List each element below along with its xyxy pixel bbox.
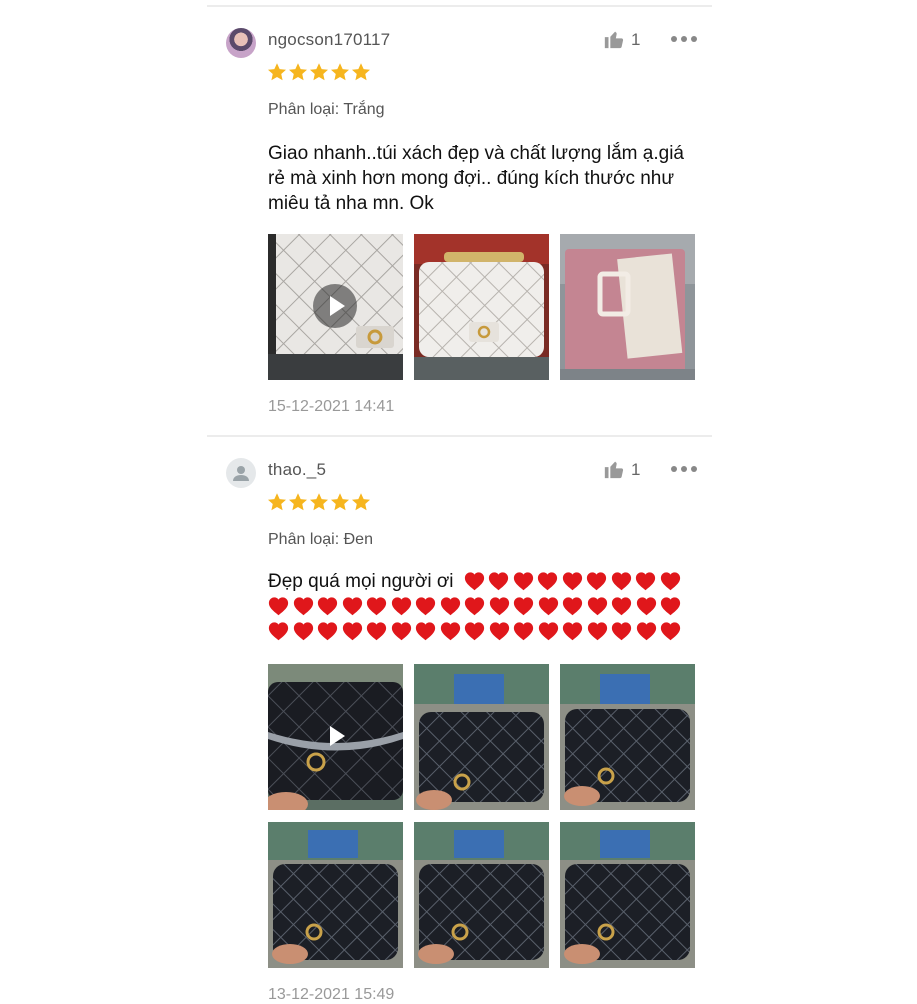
user-icon (233, 466, 249, 481)
comment-line (268, 621, 688, 646)
heart-emoji-icon (342, 596, 363, 616)
play-icon (313, 284, 357, 328)
heart-emoji-icon (440, 621, 461, 641)
heart-emoji-icon (562, 621, 583, 641)
comment-line: Đẹp quá mọi người ơi (268, 571, 688, 596)
heart-emoji-icon (611, 571, 632, 591)
heart-emoji-icon (587, 621, 608, 641)
heart-emoji-icon (586, 571, 607, 591)
star-icon (351, 62, 371, 82)
heart-emoji-icon (268, 621, 289, 641)
star-icon (309, 492, 329, 512)
review-divider (207, 435, 712, 437)
comment-line (268, 596, 688, 621)
heart-emoji-icon (464, 621, 485, 641)
heart-emoji-icon (489, 621, 510, 641)
like-count: 1 (631, 460, 641, 479)
heart-emoji-icon (513, 621, 534, 641)
thumbs-up-icon (604, 461, 624, 479)
review-photo[interactable] (414, 822, 549, 968)
review-date: 13-12-2021 15:49 (268, 986, 395, 1003)
review-photo[interactable] (414, 664, 549, 810)
heart-emoji-icon (391, 596, 412, 616)
comment-text: Đẹp quá mọi người ơi (268, 571, 454, 592)
star-icon (309, 62, 329, 82)
heart-emoji-icon (636, 596, 657, 616)
star-icon (288, 62, 308, 82)
product-variant: Phân loại: Đen (268, 531, 373, 548)
review-photo[interactable] (268, 822, 403, 968)
heart-emoji-icon (513, 596, 534, 616)
heart-emoji-icon (488, 571, 509, 591)
star-icon (330, 62, 350, 82)
heart-emoji-icon (635, 571, 656, 591)
heart-emoji-icon (366, 596, 387, 616)
review-photo[interactable] (560, 234, 695, 380)
review-photo[interactable] (560, 664, 695, 810)
heart-emoji-icon (489, 596, 510, 616)
heart-emoji-icon (464, 571, 485, 591)
more-options-icon[interactable] (671, 461, 697, 477)
reviewer-username[interactable]: ngocson170117 (268, 30, 390, 50)
heart-emoji-icon (660, 571, 681, 591)
more-options-icon[interactable] (671, 31, 697, 47)
heart-emoji-icon (537, 571, 558, 591)
thumbs-up-icon (604, 31, 624, 49)
heart-emoji-icon (611, 596, 632, 616)
star-icon (330, 492, 350, 512)
heart-emoji-icon (293, 596, 314, 616)
like-button[interactable]: 1 (603, 28, 663, 52)
reviews-column: ngocson170117 1 Phân loại: Trắng Giao nh… (207, 0, 712, 1003)
avatar[interactable] (226, 458, 256, 488)
like-count: 1 (631, 30, 641, 49)
heart-emoji-icon (538, 621, 559, 641)
review-comment: Giao nhanh..túi xách đẹp và chất lượng l… (268, 143, 684, 214)
review-video-thumbnail[interactable] (268, 234, 403, 380)
heart-emoji-icon (660, 596, 681, 616)
heart-emoji-icon (293, 621, 314, 641)
heart-emoji-icon (415, 621, 436, 641)
heart-emoji-icon (317, 596, 338, 616)
heart-emoji-icon (268, 596, 289, 616)
review-video-thumbnail[interactable] (268, 664, 403, 810)
heart-emoji-icon (415, 596, 436, 616)
star-icon (267, 492, 287, 512)
heart-emoji-icon (391, 621, 412, 641)
review-comment: Đẹp quá mọi người ơi (268, 571, 688, 646)
heart-emoji-icon (464, 596, 485, 616)
review-date: 15-12-2021 14:41 (268, 398, 395, 415)
reviewer-username[interactable]: thao._5 (268, 460, 326, 480)
heart-emoji-icon (611, 621, 632, 641)
top-divider (207, 5, 712, 7)
play-icon (313, 714, 357, 758)
review-photo[interactable] (414, 234, 549, 380)
review-photo[interactable] (560, 822, 695, 968)
star-icon (288, 492, 308, 512)
heart-emoji-icon (513, 571, 534, 591)
heart-emoji-icon (660, 621, 681, 641)
heart-emoji-icon (317, 621, 338, 641)
avatar[interactable] (226, 28, 256, 58)
product-variant: Phân loại: Trắng (268, 101, 385, 118)
heart-emoji-icon (342, 621, 363, 641)
heart-emoji-icon (440, 596, 461, 616)
star-icon (351, 492, 371, 512)
heart-emoji-icon (587, 596, 608, 616)
heart-emoji-icon (636, 621, 657, 641)
heart-emoji-icon (562, 571, 583, 591)
like-button[interactable]: 1 (603, 458, 663, 482)
heart-emoji-icon (538, 596, 559, 616)
heart-emoji-icon (366, 621, 387, 641)
heart-emoji-icon (562, 596, 583, 616)
star-icon (267, 62, 287, 82)
